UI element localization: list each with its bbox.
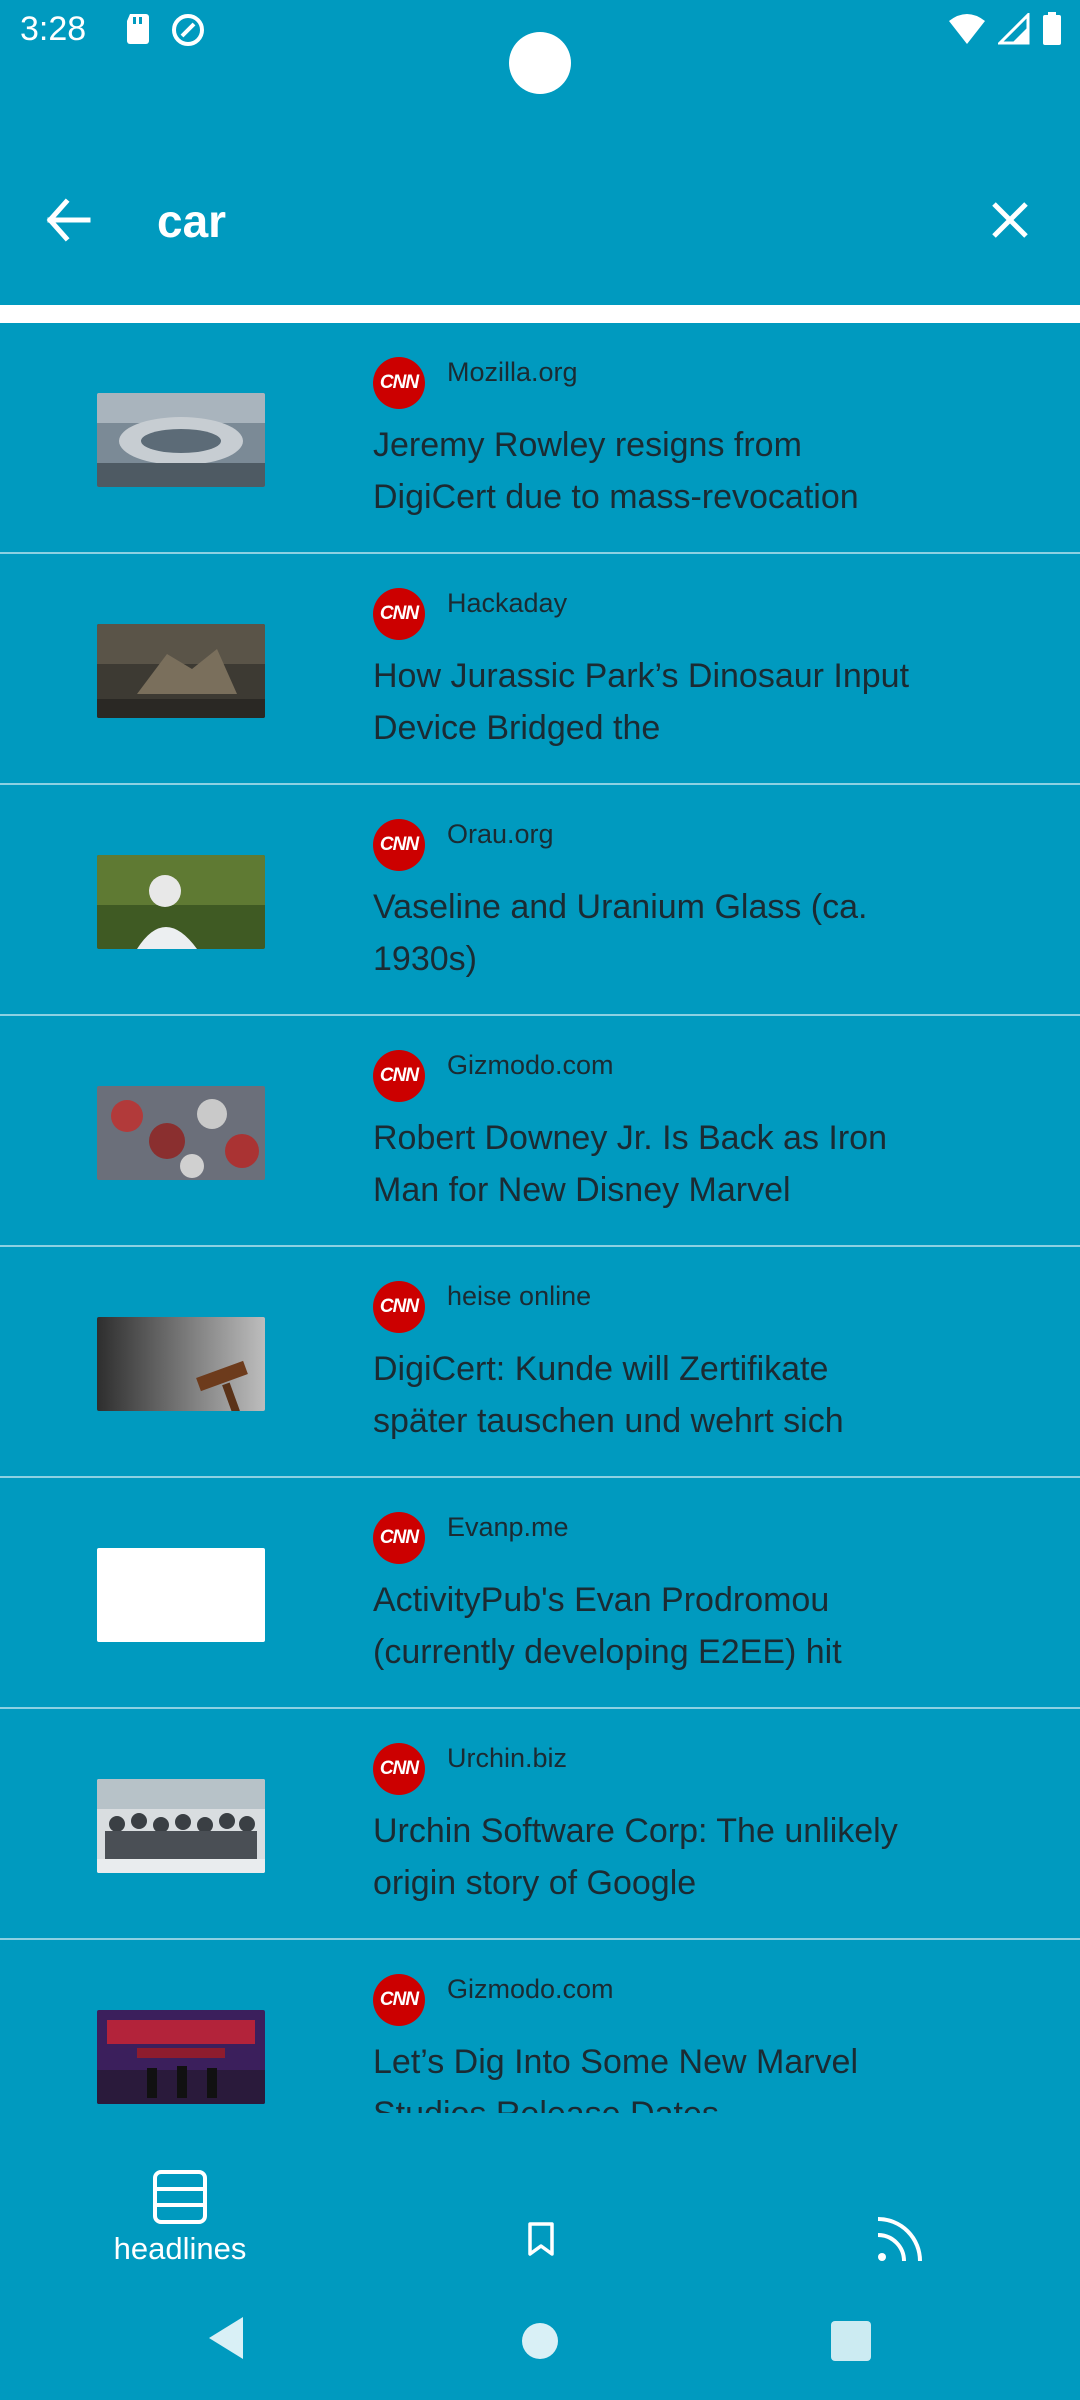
bottom-navigation: headlines [0,2113,1080,2303]
source-logo: CNN [373,819,425,871]
article-item[interactable]: CNN Orau.org Vaseline and Uranium Glass … [0,785,1080,1016]
article-thumbnail [97,393,265,487]
nav-headlines[interactable]: headlines [0,2113,360,2303]
article-title: DigiCert: Kunde will Zertifikate später … [373,1350,844,1440]
bookmark-icon [526,2221,556,2262]
article-source: Gizmodo.com [447,1050,614,1080]
article-thumbnail [97,855,265,949]
article-title: How Jurassic Park’s Dinosaur Input Devic… [373,657,910,747]
nav-headlines-label: headlines [113,2231,247,2266]
article-item[interactable]: CNN Evanp.me ActivityPub's Evan Prodromo… [0,1478,1080,1709]
article-item[interactable]: CNN Gizmodo.com Robert Downey Jr. Is Bac… [0,1016,1080,1247]
source-logo: CNN [373,588,425,640]
source-logo: CNN [373,1281,425,1333]
arrow-left-icon [40,198,100,254]
nav-feeds[interactable] [720,2113,1080,2303]
wifi-icon [948,13,986,50]
search-input[interactable] [155,180,919,262]
article-thumbnail [97,2010,265,2104]
article-title: Robert Downey Jr. Is Back as Iron Man fo… [373,1119,887,1209]
article-title: Vaseline and Uranium Glass (ca. 1930s) [373,888,868,978]
search-bar [0,150,1080,290]
source-logo: CNN [373,357,425,409]
rss-feed-icon [874,2213,926,2270]
camera-cutout [509,32,571,94]
article-item[interactable]: CNN Gizmodo.com Let’s Dig Into Some New … [0,1940,1080,2113]
article-item[interactable]: CNN heise online DigiCert: Kunde will Ze… [0,1247,1080,1478]
article-thumbnail [97,1317,265,1411]
nav-bookmarks[interactable] [360,2113,720,2303]
search-divider [0,305,1080,323]
article-thumbnail [97,1548,265,1642]
article-source: Evanp.me [447,1512,569,1542]
back-button[interactable] [40,190,110,250]
article-source: Mozilla.org [447,357,578,387]
article-source: Urchin.biz [447,1743,568,1773]
article-source: Hackaday [447,588,568,618]
article-thumbnail [97,1779,265,1873]
signal-icon [996,11,1030,50]
article-item[interactable]: CNN Mozilla.org Jeremy Rowley resigns fr… [0,323,1080,554]
article-thumbnail [97,1086,265,1180]
article-title: Let’s Dig Into Some New Marvel Studios R… [373,2043,859,2113]
system-navigation-bar [0,2303,1080,2400]
article-title: Urchin Software Corp: The unlikely origi… [373,1812,898,1902]
article-title: ActivityPub's Evan Prodromou (currently … [373,1581,842,1671]
system-back-icon[interactable] [205,2315,247,2366]
source-logo: CNN [373,1743,425,1795]
headlines-icon [152,2169,208,2230]
article-item[interactable]: CNN Urchin.biz Urchin Software Corp: The… [0,1709,1080,1940]
status-bar: 3:28 [0,0,1080,94]
battery-icon [1042,12,1062,51]
source-logo: CNN [373,1512,425,1564]
system-recents-icon[interactable] [831,2321,871,2361]
sd-card-icon [124,12,152,53]
article-source: heise online [447,1281,592,1311]
clear-search-button[interactable] [980,190,1040,250]
sync-icon [170,12,206,53]
article-title: Jeremy Rowley resigns from DigiCert due … [373,426,859,516]
source-logo: CNN [373,1050,425,1102]
article-source: Gizmodo.com [447,1974,614,2004]
article-item[interactable]: CNN Hackaday How Jurassic Park’s Dinosau… [0,554,1080,785]
article-list[interactable]: CNN Mozilla.org Jeremy Rowley resigns fr… [0,323,1080,2113]
close-icon [980,202,1040,254]
article-thumbnail [97,624,265,718]
system-home-icon[interactable] [522,2323,558,2359]
status-time: 3:28 [20,10,87,48]
article-source: Orau.org [447,819,554,849]
source-logo: CNN [373,1974,425,2026]
